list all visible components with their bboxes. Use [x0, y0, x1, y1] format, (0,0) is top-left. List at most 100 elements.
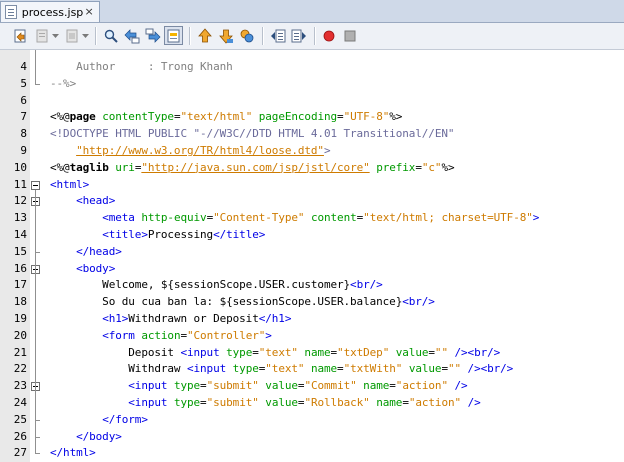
code-line[interactable]: 18 So du cua ban la: ${sessionScope.USER…: [0, 294, 624, 311]
next-bookmark-button[interactable]: [216, 26, 235, 45]
code-line[interactable]: 9 "http://www.w3.org/TR/html4/loose.dtd"…: [0, 143, 624, 160]
code-token: "action": [408, 396, 462, 409]
code-line[interactable]: 22 Withdraw <input type="text" name="txt…: [0, 361, 624, 378]
code-token: type: [226, 345, 253, 359]
code-line[interactable]: 20 <form action="Controller">: [0, 328, 624, 345]
highlight-icon: [167, 29, 179, 42]
code-line[interactable]: 14 <title>Processing</title>: [0, 227, 624, 244]
code-text: Withdraw <input type="text" name="txtWit…: [50, 361, 513, 378]
fold-toggle-icon[interactable]: [31, 180, 40, 190]
line-number: 22: [13, 362, 27, 376]
line-number: 9: [20, 144, 27, 157]
code-token: />: [467, 396, 481, 409]
code-token: "c": [421, 160, 442, 174]
code-text: <html>: [50, 177, 89, 194]
fold-end-marker: [35, 251, 40, 253]
code-line[interactable]: 23 <input type="submit" value="Commit" n…: [0, 378, 624, 395]
shift-line-right-button[interactable]: [289, 26, 308, 45]
code-token: "action": [395, 379, 448, 393]
code-token: "submit": [206, 379, 259, 393]
code-token: Welcome, ${sessionScope.USER.customer}: [50, 278, 351, 292]
code-token: "txtDep": [337, 345, 390, 359]
code-line[interactable]: 24 <input type="submit" value="Rollback"…: [0, 395, 624, 412]
code-token: <br/>: [480, 362, 514, 376]
bookmark-dropdown-button[interactable]: [50, 26, 60, 45]
code-token: prefix: [376, 160, 416, 174]
code-line[interactable]: 5 --%>: [0, 76, 624, 93]
shift-line-left-button[interactable]: [268, 26, 287, 45]
code-text: <form action="Controller">: [50, 328, 272, 345]
line-number: 26: [13, 429, 27, 443]
toggle-bookmark-list-button[interactable]: [237, 26, 256, 45]
back-to-last-edit-button[interactable]: [10, 26, 29, 45]
code-token: <!DOCTYPE HTML PUBLIC "-//W3C//DTD HTML …: [50, 127, 455, 141]
code-line[interactable]: 25 </form>: [0, 412, 624, 429]
code-token: "text": [258, 345, 298, 359]
start-macro-recording-button[interactable]: [319, 26, 338, 45]
code-token: <br/>: [350, 278, 383, 292]
code-line[interactable]: 26 </body>: [0, 429, 624, 446]
code-line[interactable]: 13 <meta http-equiv="Content-Type" conte…: [0, 210, 624, 227]
code-token: </h1>: [258, 312, 292, 325]
code-text: </head>: [50, 244, 122, 261]
close-icon[interactable]: ×: [83, 6, 95, 18]
toolbar-separator: [189, 27, 190, 45]
line-number: 7: [20, 110, 27, 124]
code-token: <%@: [50, 160, 70, 174]
code-line[interactable]: 4 Author : Trong Khanh: [0, 59, 624, 76]
code-token: </body>: [76, 429, 122, 443]
code-token: value: [408, 362, 442, 376]
code-token: <input: [128, 379, 168, 393]
record-icon: [323, 30, 334, 41]
code-line[interactable]: 21 Deposit <input type="text" name="txtD…: [0, 345, 624, 362]
code-token: </html>: [50, 446, 96, 460]
find-selection-button[interactable]: [101, 26, 120, 45]
code-line[interactable]: 12 <head>: [0, 193, 624, 210]
code-line[interactable]: 27 </html>: [0, 445, 624, 462]
code-line[interactable]: 6: [0, 93, 624, 110]
find-next-button[interactable]: [143, 26, 162, 45]
code-line[interactable]: 11 <html>: [0, 177, 624, 194]
code-text: </body>: [50, 429, 122, 446]
shift-right-icon: [291, 29, 306, 42]
code-editor[interactable]: 4 Author : Trong Khanh 5 --%> 6 7 <%@page con…: [0, 50, 624, 462]
code-token: page: [69, 110, 96, 124]
toggle-bookmark-button[interactable]: [32, 26, 51, 45]
document-icon: [66, 29, 77, 42]
disabled-action-button[interactable]: [62, 26, 81, 45]
code-token: --%>: [50, 76, 77, 90]
code-token: "txtWith": [343, 362, 403, 376]
toggle-highlight-search-button[interactable]: [164, 26, 183, 45]
action-dropdown-button[interactable]: [80, 26, 90, 45]
code-line[interactable]: 16 <body>: [0, 261, 624, 278]
previous-bookmark-button[interactable]: [195, 26, 214, 45]
code-text: <body>: [50, 261, 115, 278]
code-token: "text": [265, 362, 305, 376]
code-line[interactable]: 15 </head>: [0, 244, 624, 261]
code-token: %>: [441, 160, 455, 174]
line-number: 17: [13, 278, 27, 292]
fold-guide-line: [35, 50, 36, 84]
line-number: 13: [13, 211, 27, 225]
chevron-down-icon: [81, 33, 89, 38]
line-number: 15: [13, 244, 27, 258]
code-token: "http://java.sun.com/jsp/jstl/core": [141, 160, 370, 174]
code-token: "": [434, 345, 448, 359]
code-line[interactable]: 17 Welcome, ${sessionScope.USER.customer…: [0, 277, 624, 294]
code-line[interactable]: 19 <h1>Withdrawn or Deposit</h1>: [0, 311, 624, 328]
code-token: <br/>: [467, 345, 501, 359]
code-token: "submit": [206, 396, 259, 409]
code-line[interactable]: 10 <%@taglib uri="http://java.sun.com/jsp…: [0, 160, 624, 177]
stop-macro-recording-button[interactable]: [340, 26, 359, 45]
line-number: 10: [13, 160, 27, 174]
code-token: "text/html; charset=UTF-8": [363, 211, 533, 225]
fold-end-marker: [35, 436, 40, 438]
line-number: 8: [20, 127, 27, 141]
back-to-last-edit-icon: [14, 29, 25, 42]
code-line[interactable]: 7 <%@page contentType="text/html" pageEnc…: [0, 109, 624, 126]
find-previous-button[interactable]: [122, 26, 141, 45]
tab-process-jsp[interactable]: process.jsp ×: [0, 1, 100, 22]
code-line[interactable]: 8 <!DOCTYPE HTML PUBLIC "-//W3C//DTD HTML…: [0, 126, 624, 143]
